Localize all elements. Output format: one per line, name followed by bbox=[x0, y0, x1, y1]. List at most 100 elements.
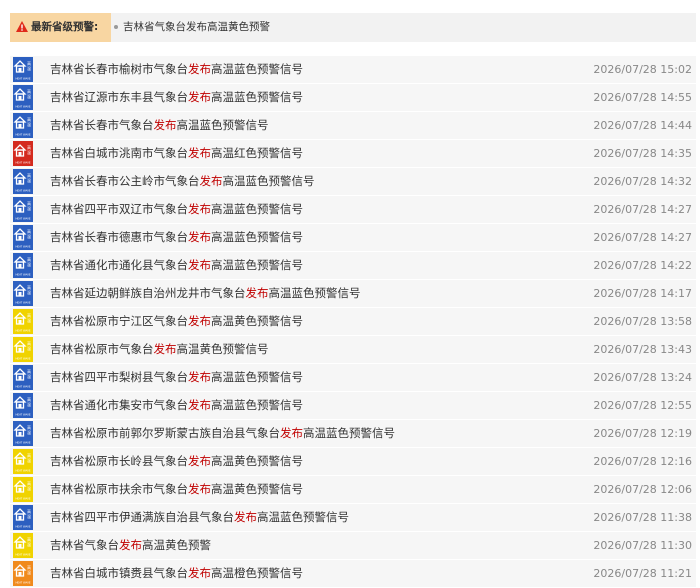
alert-title[interactable]: 吉林省长春市德惠市气象台发布高温蓝色预警信号 bbox=[50, 224, 303, 251]
heat-wave-blue-signal-icon: 高HEAT WAVE温 bbox=[13, 393, 33, 418]
alert-row[interactable]: 高 HEAT WAVE 温吉林省四平市双辽市气象台发布高温蓝色预警信号 2026/07… bbox=[10, 196, 696, 223]
alert-row[interactable]: 高 HEAT WAVE 温吉林省白城市洮南市气象台发布高温红色预警信号 2026/07… bbox=[10, 140, 696, 167]
alert-title[interactable]: 吉林省延边朝鲜族自治州龙井市气象台发布高温蓝色预警信号 bbox=[50, 280, 361, 307]
alert-time: 2026/07/28 12:06 bbox=[593, 483, 692, 496]
icon-name-bottom: 温 bbox=[27, 569, 31, 575]
alert-row[interactable]: 高 HEAT WAVE 温吉林省长春市榆树市气象台发布高温蓝色预警信号 2026/07… bbox=[10, 56, 696, 83]
alert-time: 2026/07/28 12:19 bbox=[593, 427, 692, 440]
alert-title-post: 高温蓝色预警信号 bbox=[303, 426, 395, 440]
heat-wave-blue-signal-icon: 高HEAT WAVE温 bbox=[13, 253, 33, 278]
icon-sub-text: HEAT WAVE bbox=[15, 273, 30, 277]
alert-title-verb: 发布 bbox=[119, 538, 142, 552]
alert-title-verb: 发布 bbox=[188, 90, 211, 104]
alert-title-pre: 吉林省松原市气象台 bbox=[50, 342, 154, 356]
icon-name-bottom: 温 bbox=[27, 93, 31, 99]
alert-title[interactable]: 吉林省松原市长岭县气象台发布高温黄色预警信号 bbox=[50, 448, 303, 475]
alert-title-post: 高温黄色预警信号 bbox=[176, 342, 269, 356]
latest-provincial-warning-bar: 最新省级预警: 吉林省气象台发布高温黄色预警 bbox=[10, 13, 696, 42]
alert-title[interactable]: 吉林省长春市气象台发布高温蓝色预警信号 bbox=[50, 112, 269, 139]
alert-title-pre: 吉林省白城市镇赉县气象台 bbox=[50, 566, 188, 580]
alert-row[interactable]: 高 HEAT WAVE 温吉林省气象台发布高温黄色预警 2026/07/28 11:3… bbox=[10, 532, 696, 559]
alert-title-pre: 吉林省四平市双辽市气象台 bbox=[50, 202, 188, 216]
alert-title-pre: 吉林省四平市伊通满族自治县气象台 bbox=[50, 510, 234, 524]
alert-row[interactable]: 高 HEAT WAVE 温吉林省长春市德惠市气象台发布高温蓝色预警信号 2026/07… bbox=[10, 224, 696, 251]
alert-row[interactable]: 高 HEAT WAVE 温吉林省四平市伊通满族自治县气象台发布高温蓝色预警信号 202… bbox=[10, 504, 696, 531]
icon-name-bottom: 温 bbox=[27, 317, 31, 323]
alert-time: 2026/07/28 14:22 bbox=[593, 259, 692, 272]
latest-warning-link[interactable]: 吉林省气象台发布高温黄色预警 bbox=[123, 13, 270, 42]
alert-title[interactable]: 吉林省气象台发布高温黄色预警 bbox=[50, 532, 211, 559]
alert-row[interactable]: 高 HEAT WAVE 温吉林省通化市集安市气象台发布高温蓝色预警信号 2026/07… bbox=[10, 392, 696, 419]
alert-title-post: 高温蓝色预警信号 bbox=[211, 62, 303, 76]
alert-title-verb: 发布 bbox=[188, 62, 211, 76]
alert-title-pre: 吉林省松原市扶余市气象台 bbox=[50, 482, 188, 496]
alert-title-verb: 发布 bbox=[245, 286, 269, 300]
alert-title-verb: 发布 bbox=[188, 566, 211, 580]
alert-title[interactable]: 吉林省四平市梨树县气象台发布高温蓝色预警信号 bbox=[50, 364, 303, 391]
alert-title[interactable]: 吉林省通化市集安市气象台发布高温蓝色预警信号 bbox=[50, 392, 303, 419]
heat-wave-blue-signal-icon: 高HEAT WAVE温 bbox=[13, 57, 33, 82]
alert-title[interactable]: 吉林省长春市榆树市气象台发布高温蓝色预警信号 bbox=[50, 56, 303, 83]
heat-wave-yellow-signal-icon: 高HEAT WAVE温 bbox=[13, 309, 33, 334]
icon-sub-text: HEAT WAVE bbox=[15, 133, 30, 137]
alert-title[interactable]: 吉林省四平市伊通满族自治县气象台发布高温蓝色预警信号 bbox=[50, 504, 349, 531]
icon-name-bottom: 温 bbox=[27, 345, 31, 351]
alert-row[interactable]: 高 HEAT WAVE 温吉林省长春市气象台发布高温蓝色预警信号 2026/07/28… bbox=[10, 112, 696, 139]
alert-time: 2026/07/28 12:55 bbox=[593, 399, 692, 412]
alert-title-verb: 发布 bbox=[188, 398, 211, 412]
alert-title[interactable]: 吉林省长春市公主岭市气象台发布高温蓝色预警信号 bbox=[50, 168, 315, 195]
icon-sub-text: HEAT WAVE bbox=[15, 385, 30, 389]
alert-title[interactable]: 吉林省白城市镇赉县气象台发布高温橙色预警信号 bbox=[50, 560, 303, 587]
alert-time: 2026/07/28 11:38 bbox=[593, 511, 692, 524]
alert-title-pre: 吉林省松原市宁江区气象台 bbox=[50, 314, 188, 328]
alert-title[interactable]: 吉林省松原市扶余市气象台发布高温黄色预警信号 bbox=[50, 476, 303, 503]
heat-wave-blue-signal-icon: 高HEAT WAVE温 bbox=[13, 169, 33, 194]
icon-name-bottom: 温 bbox=[27, 401, 31, 407]
icon-sub-text: HEAT WAVE bbox=[15, 441, 30, 445]
heat-wave-blue-signal-icon: 高HEAT WAVE温 bbox=[13, 113, 33, 138]
alert-title-pre: 吉林省松原市长岭县气象台 bbox=[50, 454, 188, 468]
alert-row[interactable]: 高 HEAT WAVE 温吉林省通化市通化县气象台发布高温蓝色预警信号 2026/07… bbox=[10, 252, 696, 279]
alert-title-pre: 吉林省长春市德惠市气象台 bbox=[50, 230, 188, 244]
icon-name-bottom: 温 bbox=[27, 177, 31, 183]
alert-title-verb: 发布 bbox=[188, 482, 211, 496]
icon-sub-text: HEAT WAVE bbox=[15, 497, 30, 501]
alert-title[interactable]: 吉林省松原市前郭尔罗斯蒙古族自治县气象台发布高温蓝色预警信号 bbox=[50, 420, 395, 447]
icon-name-bottom: 温 bbox=[27, 121, 31, 127]
alert-title[interactable]: 吉林省白城市洮南市气象台发布高温红色预警信号 bbox=[50, 140, 303, 167]
alert-title[interactable]: 吉林省辽源市东丰县气象台发布高温蓝色预警信号 bbox=[50, 84, 303, 111]
alert-title-post: 高温蓝色预警信号 bbox=[268, 286, 361, 300]
alert-time: 2026/07/28 14:32 bbox=[593, 175, 692, 188]
alert-title-verb: 发布 bbox=[153, 118, 177, 132]
alert-title-verb: 发布 bbox=[234, 510, 257, 524]
alert-row[interactable]: 高 HEAT WAVE 温吉林省松原市扶余市气象台发布高温黄色预警信号 2026/07… bbox=[10, 476, 696, 503]
alert-row[interactable]: 高 HEAT WAVE 温吉林省松原市前郭尔罗斯蒙古族自治县气象台发布高温蓝色预警信… bbox=[10, 420, 696, 447]
alert-title-pre: 吉林省通化市通化县气象台 bbox=[50, 258, 188, 272]
heat-wave-yellow-signal-icon: 高HEAT WAVE温 bbox=[13, 533, 33, 558]
alert-title[interactable]: 吉林省松原市气象台发布高温黄色预警信号 bbox=[50, 336, 269, 363]
alert-title[interactable]: 吉林省四平市双辽市气象台发布高温蓝色预警信号 bbox=[50, 196, 303, 223]
alert-title[interactable]: 吉林省通化市通化县气象台发布高温蓝色预警信号 bbox=[50, 252, 303, 279]
alert-title-pre: 吉林省长春市公主岭市气象台 bbox=[50, 174, 200, 188]
icon-sub-text: HEAT WAVE bbox=[15, 413, 30, 417]
alert-title-post: 高温红色预警信号 bbox=[211, 146, 303, 160]
alert-time: 2026/07/28 11:30 bbox=[593, 539, 692, 552]
alert-row[interactable]: 高 HEAT WAVE 温吉林省松原市宁江区气象台发布高温黄色预警信号 2026/07… bbox=[10, 308, 696, 335]
alert-title-post: 高温蓝色预警信号 bbox=[211, 370, 303, 384]
alert-row[interactable]: 高 HEAT WAVE 温吉林省松原市气象台发布高温黄色预警信号 2026/07/28… bbox=[10, 336, 696, 363]
alert-row[interactable]: 高 HEAT WAVE 温吉林省四平市梨树县气象台发布高温蓝色预警信号 2026/07… bbox=[10, 364, 696, 391]
icon-sub-text: HEAT WAVE bbox=[15, 77, 30, 81]
icon-name-bottom: 温 bbox=[27, 541, 31, 547]
alert-title[interactable]: 吉林省松原市宁江区气象台发布高温黄色预警信号 bbox=[50, 308, 303, 335]
alert-row[interactable]: 高 HEAT WAVE 温吉林省松原市长岭县气象台发布高温黄色预警信号 2026/07… bbox=[10, 448, 696, 475]
alert-row[interactable]: 高 HEAT WAVE 温吉林省辽源市东丰县气象台发布高温蓝色预警信号 2026/07… bbox=[10, 84, 696, 111]
alert-row[interactable]: 高 HEAT WAVE 温吉林省白城市镇赉县气象台发布高温橙色预警信号 2026/07… bbox=[10, 560, 696, 587]
icon-name-bottom: 温 bbox=[27, 457, 31, 463]
alert-time: 2026/07/28 14:44 bbox=[593, 119, 692, 132]
alert-row[interactable]: 高 HEAT WAVE 温吉林省长春市公主岭市气象台发布高温蓝色预警信号 2026/0… bbox=[10, 168, 696, 195]
alert-time: 2026/07/28 14:27 bbox=[593, 231, 692, 244]
alert-title-verb: 发布 bbox=[188, 454, 211, 468]
alert-title-pre: 吉林省通化市集安市气象台 bbox=[50, 398, 188, 412]
alert-row[interactable]: 高 HEAT WAVE 温吉林省延边朝鲜族自治州龙井市气象台发布高温蓝色预警信号 20… bbox=[10, 280, 696, 307]
heat-wave-blue-signal-icon: 高HEAT WAVE温 bbox=[13, 225, 33, 250]
